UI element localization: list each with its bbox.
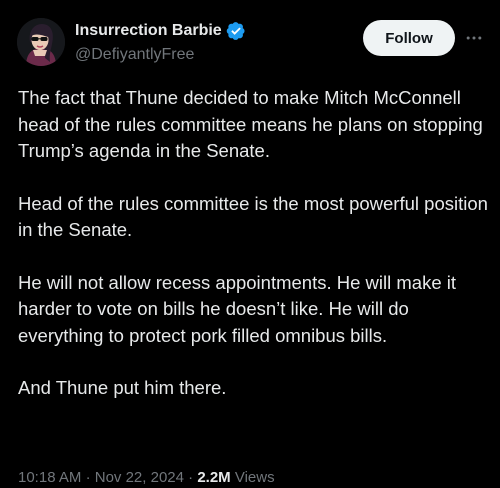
meta-separator: ·: [188, 469, 194, 486]
follow-button[interactable]: Follow: [363, 20, 455, 56]
verified-badge-icon[interactable]: [226, 21, 246, 41]
tweet-paragraph: The fact that Thune decided to make Mitc…: [18, 87, 488, 161]
views-count: 2.2M: [197, 469, 231, 486]
tweet-text: The fact that Thune decided to make Mitc…: [18, 85, 488, 428]
tweet-time[interactable]: 10:18 AM: [18, 469, 81, 486]
tweet-date[interactable]: Nov 22, 2024: [95, 469, 184, 486]
views-label: Views: [234, 469, 275, 486]
more-horizontal-icon[interactable]: [462, 26, 486, 50]
name-row: Insurrection Barbie: [75, 20, 246, 42]
tweet-detail: Insurrection Barbie @DefiyantlyFree Foll…: [0, 0, 500, 487]
avatar[interactable]: [17, 18, 65, 66]
user-handle[interactable]: @DefiyantlyFree: [75, 44, 246, 66]
avatar-image: [17, 18, 65, 66]
tweet-paragraph: And Thune put him there.: [18, 377, 227, 398]
tweet-meta: 10:18 AM · Nov 22, 2024 · 2.2M Views: [18, 468, 275, 488]
display-name[interactable]: Insurrection Barbie: [75, 20, 222, 42]
author-block: Insurrection Barbie @DefiyantlyFree: [75, 20, 246, 66]
meta-separator: ·: [85, 469, 91, 486]
tweet-paragraph: Head of the rules committee is the most …: [18, 192, 494, 241]
tweet-paragraph: He will not allow recess appointments. H…: [18, 271, 462, 346]
